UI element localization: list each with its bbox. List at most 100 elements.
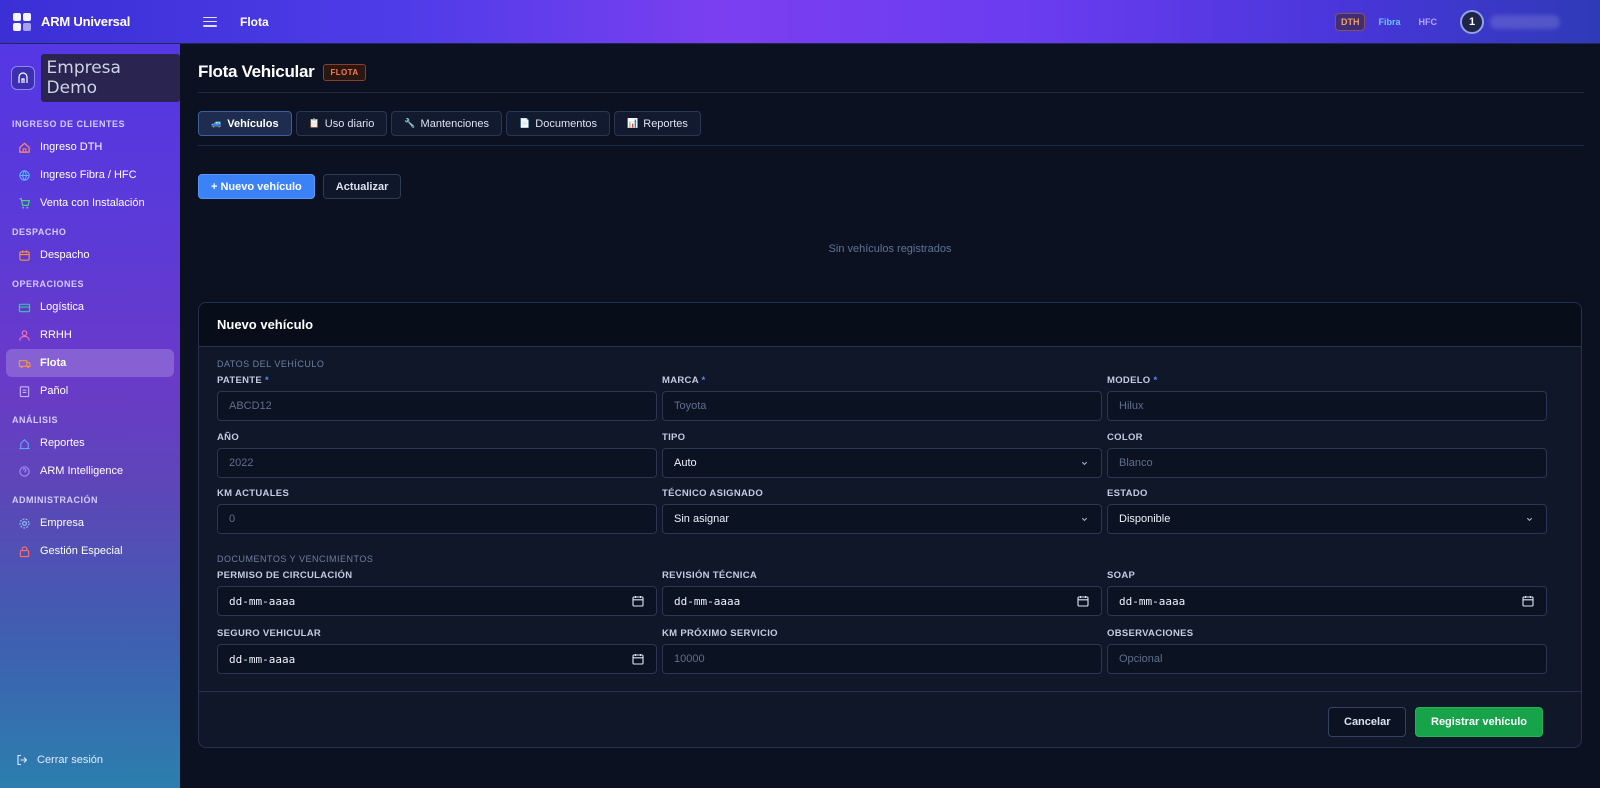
- sidebar-item-despacho[interactable]: Despacho: [6, 241, 174, 269]
- building-icon: [11, 66, 35, 90]
- estado-select[interactable]: Disponible: [1107, 504, 1547, 534]
- status-badge: FLOTA: [323, 63, 366, 81]
- field-km: KM ACTUALES 0: [217, 488, 657, 534]
- sidebar-item-gestion-especial[interactable]: Gestión Especial: [6, 537, 174, 565]
- observaciones-input[interactable]: Opcional: [1107, 644, 1547, 674]
- calendar-icon[interactable]: [632, 595, 644, 607]
- tab-reportes[interactable]: 📊 Reportes: [614, 111, 701, 136]
- section-analisis: ANÁLISIS: [12, 415, 59, 425]
- car-icon: 🚙: [211, 118, 223, 128]
- chip-hfc[interactable]: HFC: [1414, 14, 1443, 30]
- cart-icon: [19, 197, 31, 209]
- field-permiso: PERMISO DE CIRCULACIÓN dd-mm-aaaa: [217, 570, 657, 616]
- sidebar-item-rrhh[interactable]: RRHH: [6, 321, 174, 349]
- app-name: ARM Universal: [41, 14, 131, 29]
- cancel-button[interactable]: Cancelar: [1328, 707, 1407, 737]
- tipo-select[interactable]: Auto: [662, 448, 1102, 478]
- chart-house-icon: [19, 438, 30, 449]
- home-icon: [19, 142, 30, 153]
- field-revision: REVISIÓN TÉCNICA dd-mm-aaaa: [662, 570, 1102, 616]
- empty-state: Sin vehículos registrados: [828, 243, 952, 255]
- soap-date-input[interactable]: dd-mm-aaaa: [1107, 586, 1547, 616]
- tab-bar: 🚙 Vehículos 📋 Uso diario 🔧 Mantenciones 📄 Do…: [198, 111, 705, 136]
- brain-icon: [19, 465, 30, 477]
- wrench-icon: 🔧: [404, 118, 416, 128]
- box-icon: [18, 303, 31, 312]
- calendar-icon[interactable]: [1077, 595, 1089, 607]
- chip-dth[interactable]: DTH: [1334, 12, 1366, 31]
- sidebar-item-empresa[interactable]: Empresa: [6, 509, 174, 537]
- company-name: Empresa Demo: [40, 54, 180, 102]
- seguro-date-input[interactable]: dd-mm-aaaa: [217, 644, 657, 674]
- company-selector[interactable]: Empresa Demo: [11, 54, 180, 102]
- color-input[interactable]: Blanco: [1107, 448, 1547, 478]
- section-documents: DOCUMENTOS Y VENCIMIENTOS: [217, 554, 374, 564]
- patente-input[interactable]: ABCD12: [217, 391, 657, 421]
- field-anio: AÑO 2022: [217, 432, 657, 478]
- field-observaciones: OBSERVACIONES Opcional: [1107, 628, 1547, 674]
- tab-vehiculos[interactable]: 🚙 Vehículos: [198, 111, 292, 136]
- chevron-down-icon: [1081, 461, 1088, 466]
- globe-icon: [19, 169, 30, 181]
- tab-uso-diario[interactable]: 📋 Uso diario: [295, 111, 388, 136]
- modelo-input[interactable]: Hilux: [1107, 391, 1547, 421]
- chevron-down-icon: [1526, 517, 1533, 522]
- tab-documentos[interactable]: 📄 Documentos: [506, 111, 611, 136]
- page-title: Flota Vehicular: [198, 62, 315, 81]
- sidebar-item-logistica[interactable]: Logística: [6, 293, 174, 321]
- field-tipo: TIPO Auto: [662, 432, 1102, 478]
- sidebar-item-ingreso-fibra[interactable]: Ingreso Fibra / HFC: [6, 161, 174, 189]
- user-icon: [19, 329, 30, 341]
- logout-button[interactable]: Cerrar sesión: [16, 754, 103, 766]
- register-vehicle-button[interactable]: Registrar vehículo: [1415, 707, 1543, 737]
- marca-input[interactable]: Toyota: [662, 391, 1102, 421]
- permiso-date-input[interactable]: dd-mm-aaaa: [217, 586, 657, 616]
- sidebar: Empresa Demo INGRESO DE CLIENTES Ingreso…: [0, 44, 180, 788]
- section-ingreso: INGRESO DE CLIENTES: [12, 119, 126, 129]
- field-tecnico: TÉCNICO ASIGNADO Sin asignar: [662, 488, 1102, 534]
- new-vehicle-form: Nuevo vehículo DATOS DEL VEHÍCULO PATENT…: [198, 302, 1582, 748]
- section-despacho: DESPACHO: [12, 227, 67, 237]
- user-name-blurred[interactable]: [1490, 14, 1560, 29]
- revision-date-input[interactable]: dd-mm-aaaa: [662, 586, 1102, 616]
- field-marca: MARCA * Toyota: [662, 375, 1102, 421]
- field-seguro: SEGURO VEHICULAR dd-mm-aaaa: [217, 628, 657, 674]
- km-input[interactable]: 0: [217, 504, 657, 534]
- grid-logo-icon: [13, 12, 31, 31]
- header-divider: [198, 92, 1584, 93]
- logout-icon: [17, 754, 28, 766]
- sidebar-item-panol[interactable]: Pañol: [6, 377, 174, 405]
- calendar-icon[interactable]: [1522, 595, 1534, 607]
- tab-mantenciones[interactable]: 🔧 Mantenciones: [391, 111, 503, 136]
- new-vehicle-button[interactable]: + Nuevo vehículo: [198, 174, 315, 199]
- form-footer-divider: [199, 691, 1581, 692]
- anio-input[interactable]: 2022: [217, 448, 657, 478]
- field-km-servicio: KM PRÓXIMO SERVICIO 10000: [662, 628, 1102, 674]
- chip-fibra[interactable]: Fibra: [1373, 14, 1405, 30]
- avatar[interactable]: 1: [1460, 9, 1484, 34]
- document-icon: 📄: [519, 118, 531, 128]
- sidebar-item-flota[interactable]: Flota: [6, 349, 174, 377]
- field-patente: PATENTE * ABCD12: [217, 375, 657, 421]
- bar-chart-icon: 📊: [627, 118, 639, 128]
- sidebar-item-reportes[interactable]: Reportes: [6, 429, 174, 457]
- km-servicio-input[interactable]: 10000: [662, 644, 1102, 674]
- main-content: Flota Vehicular FLOTA 🚙 Vehículos 📋 Uso di…: [180, 44, 1600, 788]
- tabs-divider: [198, 145, 1584, 146]
- clipboard-icon: [19, 385, 30, 397]
- top-bar: ARM Universal Flota DTH Fibra HFC 1: [0, 0, 1600, 44]
- sidebar-item-ingreso-dth[interactable]: Ingreso DTH: [6, 133, 174, 161]
- sidebar-item-arm-intelligence[interactable]: ARM Intelligence: [6, 457, 174, 485]
- gear-icon: [19, 517, 30, 529]
- calendar-icon: [19, 249, 30, 261]
- calendar-icon[interactable]: [632, 653, 644, 665]
- hamburger-menu-icon[interactable]: [203, 16, 217, 27]
- truck-icon: [18, 359, 31, 368]
- page-breadcrumb: Flota: [240, 14, 269, 29]
- clipboard-icon: 📋: [308, 118, 320, 128]
- refresh-button[interactable]: Actualizar: [322, 174, 402, 199]
- brand[interactable]: ARM Universal: [13, 12, 183, 31]
- chevron-down-icon: [1081, 517, 1088, 522]
- sidebar-item-venta[interactable]: Venta con Instalación: [6, 189, 174, 217]
- tecnico-select[interactable]: Sin asignar: [662, 504, 1102, 534]
